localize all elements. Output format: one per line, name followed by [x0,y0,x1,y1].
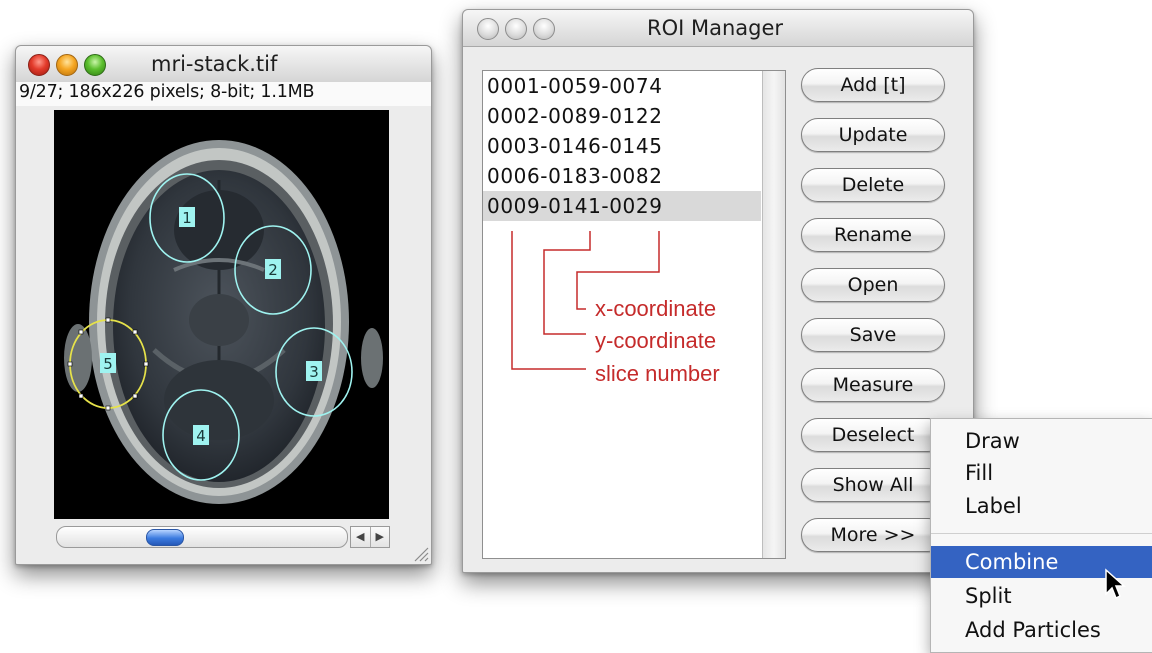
menu-item-label[interactable]: Label [931,490,1152,522]
add-button[interactable]: Add [t] [801,68,945,102]
roi-3[interactable]: 3 [275,327,353,417]
x-coordinate-annotation: x-coordinate [595,296,717,321]
roi-1-label: 1 [182,209,192,227]
roi-manager-titlebar[interactable]: ROI Manager [463,10,973,47]
roi-3-label: 3 [309,363,319,381]
more-popup-menu[interactable]: Draw Fill Label Combine Split Add Partic… [930,418,1152,653]
menu-item-draw[interactable]: Draw [931,425,1152,457]
roi-5-label: 5 [103,355,113,373]
roi-manager-title: ROI Manager [647,16,784,40]
deselect-button[interactable]: Deselect [801,418,945,452]
roi-4-label: 4 [196,427,206,445]
roi-5-selected[interactable]: 5 [67,317,149,411]
coordinate-annotation-lines [511,231,660,370]
slice-scrollbar[interactable] [56,526,348,548]
more-button[interactable]: More >> [801,518,945,552]
roi-list-scrollbar[interactable] [762,71,785,558]
measure-button[interactable]: Measure [801,368,945,402]
delete-button[interactable]: Delete [801,168,945,202]
y-coordinate-annotation: y-coordinate [595,328,717,353]
image-info-text: 9/27; 186x226 pixels; 8-bit; 1.1MB [16,82,431,106]
minimize-icon[interactable] [505,18,527,40]
minimize-icon[interactable] [56,54,78,76]
rename-button[interactable]: Rename [801,218,945,252]
menu-separator [931,533,1152,534]
resize-grip-icon[interactable] [411,544,429,562]
update-button[interactable]: Update [801,118,945,152]
mouse-pointer-icon [1105,568,1126,600]
roi-button-column: Add [t] Update Delete Rename Open Save M… [801,68,949,568]
close-icon[interactable] [28,54,50,76]
slice-number-annotation: slice number [595,361,720,386]
scroll-right-arrow-icon[interactable]: ▶ [369,527,390,547]
roi-overlay: 1 2 3 4 5 [67,173,353,481]
menu-item-fill[interactable]: Fill [931,457,1152,489]
zoom-icon[interactable] [84,54,106,76]
scroll-left-arrow-icon[interactable]: ◀ [351,527,370,547]
save-button[interactable]: Save [801,318,945,352]
roi-list[interactable]: 0001-0059-0074 0002-0089-0122 0003-0146-… [482,70,786,559]
roi-manager-window[interactable]: ROI Manager 0001-0059-0074 0002-0089-012… [462,9,974,573]
image-window-title: mri-stack.tif [151,52,278,76]
menu-item-add-particles[interactable]: Add Particles [931,614,1152,646]
open-button[interactable]: Open [801,268,945,302]
roi-1[interactable]: 1 [149,173,225,263]
slice-scroll-thumb[interactable] [145,529,184,546]
mri-image-canvas[interactable]: 1 2 3 4 5 [54,110,389,519]
show-all-button[interactable]: Show All [801,468,945,502]
roi-2[interactable]: 2 [234,225,312,315]
image-window-titlebar[interactable]: mri-stack.tif [16,46,431,83]
roi-2-label: 2 [268,261,278,279]
close-icon[interactable] [477,18,499,40]
zoom-icon[interactable] [533,18,555,40]
roi-4[interactable]: 4 [162,389,240,481]
slice-step-arrows[interactable]: ◀ ▶ [350,526,390,548]
image-window[interactable]: mri-stack.tif 9/27; 186x226 pixels; 8-bi… [15,45,432,565]
